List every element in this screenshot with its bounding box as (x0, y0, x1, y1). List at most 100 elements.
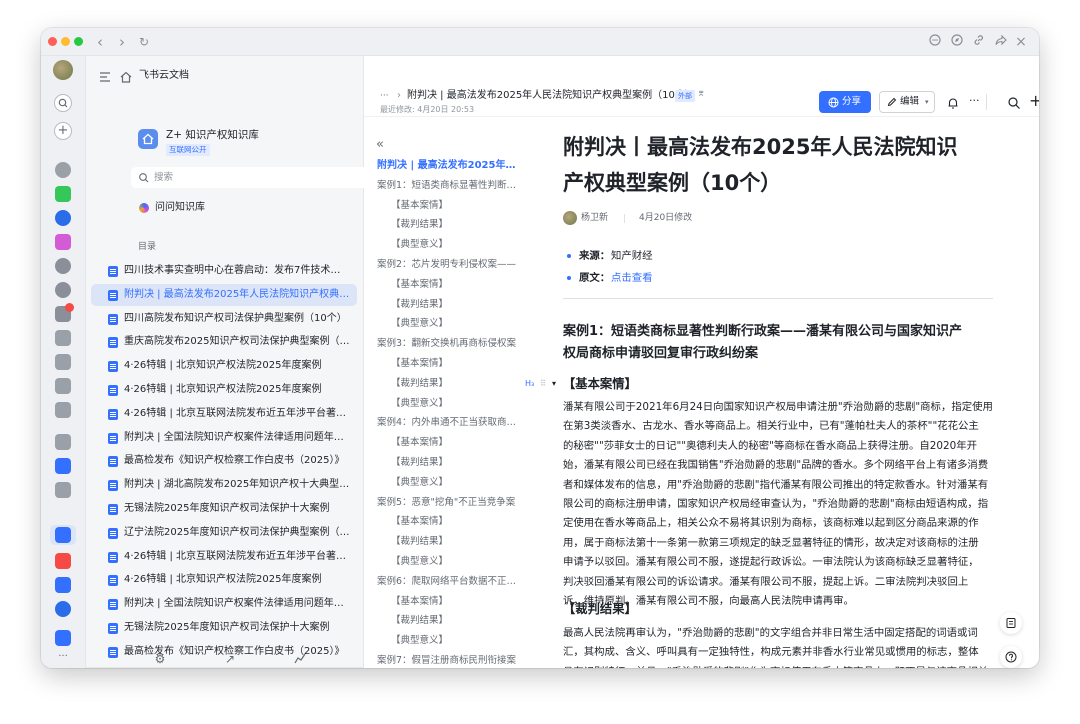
sidebar-item[interactable]: 辽宁法院2025年度知识产权司法保护典型案例（5个） (91, 522, 357, 544)
sidebar-item[interactable]: 重庆高院发布2025知识产权司法保护典型案例（10个） (91, 331, 357, 353)
doc-icon (108, 480, 118, 492)
sidebar-item[interactable]: 无锡法院2025年度知识产权司法保护十大案例 (91, 498, 357, 520)
sidebar-item-label: 无锡法院2025年度知识产权司法保护十大案例 (124, 503, 330, 514)
doc-icon (108, 504, 118, 515)
sidebar-item[interactable]: 四川高院发布知识产权司法保护典型案例（10个） (91, 308, 357, 330)
add-icon[interactable]: + (54, 122, 72, 140)
sidebar-item[interactable]: 无锡法院2025年度知识产权司法保护十大案例 (91, 617, 357, 639)
sidebar-item[interactable]: 4·26特辑 | 北京知识产权法院2025年度案例 (91, 569, 357, 591)
doc-icon (108, 361, 118, 373)
more-apps-icon[interactable]: ··· (55, 652, 71, 662)
sidebar-item-label: 4·26特辑 | 北京互联网法院发布近五年涉平台著作权典型案例 (124, 407, 350, 419)
avatar[interactable] (53, 60, 73, 80)
download-icon[interactable] (55, 630, 71, 646)
messenger-icon[interactable] (55, 162, 71, 178)
sidebar-item-label: 附判决 | 全国法院知识产权案件法律适用问题年度报告（2025） (124, 598, 350, 610)
settings-icon[interactable]: ⚙ (153, 652, 167, 666)
doc-icon (108, 456, 118, 468)
sidebar-item[interactable]: 附判决 | 全国法院知识产权案件法律适用问题年度报告（2025） (91, 427, 357, 449)
doc-icon (108, 646, 118, 658)
sidebar-item[interactable]: 附判决 | 湖北高院发布2025年知识产权十大典型案例 (91, 474, 357, 496)
analytics-icon[interactable] (293, 652, 307, 666)
wiki-icon[interactable] (55, 527, 71, 543)
sidebar-item[interactable]: 附判决 | 全国法院知识产权案件法律适用问题年度报告（2025） (91, 593, 357, 615)
sheets-icon[interactable] (55, 378, 71, 394)
sidebar-item-label: 辽宁法院2025年度知识产权司法保护典型案例（5个） (124, 526, 350, 538)
title-bar: ‹ › ↻ × (41, 28, 1039, 56)
sidebar-item-label: 四川技术事实查明中心在蓉启动：发布7件技术事实查明典型案例 (124, 265, 350, 276)
wiki-sidebar: 飞书云文档 Z+ 知识产权知识库 互联网公开 搜索 问问知识库 目录 + 四川技… (86, 56, 397, 668)
divider (86, 667, 364, 668)
chat-app-icon[interactable] (55, 186, 71, 202)
badge-dot (65, 303, 74, 312)
sidebar-item[interactable]: 4·26特辑 | 北京知识产权法院2025年度案例 (91, 379, 357, 401)
briefcase-icon[interactable] (55, 553, 71, 569)
sidebar-item-label: 4·26特辑 | 北京知识产权法院2025年度案例 (124, 384, 322, 395)
help-button[interactable] (1000, 646, 1022, 668)
approval-icon[interactable] (55, 402, 71, 418)
paragraph-line: 具有识别特征。并且，"乔治勋爵的悲剧"作为商标使用在香水等商品上，既不是与该商品… (563, 663, 995, 668)
workplace-icon[interactable] (55, 434, 71, 450)
share-icon[interactable]: ↗ (223, 652, 237, 666)
doc-icon (108, 551, 118, 563)
doc-icon (108, 408, 118, 420)
docs-icon[interactable] (55, 354, 71, 370)
sidebar-item[interactable]: 最高检发布《知识产权检察工作白皮书（2025）》 (91, 450, 357, 472)
sidebar-item-label: 4·26特辑 | 北京知识产权法院2025年度案例 (124, 360, 322, 372)
app-window: ‹ › ↻ × + ··· 飞书云文档 Z+ 知识产权知识库 互联网公开 搜索 … (41, 28, 1039, 668)
outline-button[interactable] (1000, 612, 1022, 634)
minimize-window-button[interactable] (61, 37, 70, 46)
doc-icon (108, 337, 118, 349)
reload-icon[interactable]: ↻ (136, 34, 152, 50)
doc-icon (108, 575, 118, 587)
sidebar-item-label: 四川高院发布知识产权司法保护典型案例（10个） (124, 312, 347, 324)
drive-icon[interactable] (55, 601, 71, 617)
doc-icon (108, 313, 118, 325)
forward-icon[interactable]: › (114, 34, 130, 50)
document-icon (1006, 618, 1016, 628)
forward-share-icon[interactable] (993, 34, 1009, 50)
contacts-icon[interactable] (55, 482, 71, 498)
chat-icon[interactable] (927, 34, 943, 50)
sidebar-item[interactable]: 附判决 | 最高法发布2025年人民法院知识产权典型案例（10个） (91, 283, 357, 306)
page-tree: 四川技术事实查明中心在蓉启动：发布7件技术事实查明典型案例附判决 | 最高法发布… (86, 56, 364, 658)
app-rail: + ··· (41, 56, 86, 668)
sidebar-item[interactable]: 4·26特辑 | 北京知识产权法院2025年度案例 (91, 355, 357, 377)
doc-icon (108, 432, 118, 444)
judgment-result-text: 最高人民法院再审认为，"乔治勋爵的悲剧"的文字组合并非日常生活中固定搭配的词语或… (364, 56, 1039, 668)
paragraph-line: 汇，其构成、含义、呼叫具有一定独特性，构成元素并非香水行业常见或惯用的标志，整体 (563, 646, 979, 659)
sidebar-item-label: 无锡法院2025年度知识产权司法保护十大案例 (124, 622, 330, 633)
compass-icon[interactable] (949, 34, 965, 50)
document-area: ··· › 附判决 | 最高法发布2025年人民法院知识产权典型案例（10个） … (364, 56, 1039, 668)
sidebar-item-label: 最高检发布《知识产权检察工作白皮书（2025）》 (124, 455, 345, 467)
sidebar-item-label: 附判决 | 湖北高院发布2025年知识产权十大典型案例 (124, 479, 350, 491)
help-icon (1005, 651, 1017, 663)
close-window-button[interactable] (48, 37, 57, 46)
sidebar-item-label: 重庆高院发布2025知识产权司法保护典型案例（10个） (124, 336, 350, 348)
doc-icon (108, 599, 118, 611)
calendar-icon[interactable] (55, 234, 71, 250)
sidebar-item[interactable]: 四川技术事实查明中心在蓉启动：发布7件技术事实查明典型案例 (91, 260, 357, 282)
mail-icon[interactable] (55, 282, 71, 298)
link-icon[interactable] (971, 34, 987, 50)
doc-icon (108, 527, 118, 539)
sidebar-item-label: 附判决 | 最高法发布2025年人民法院知识产权典型案例（10个） (124, 288, 350, 300)
sidebar-item-label: 4·26特辑 | 北京知识产权法院2025年度案例 (124, 574, 322, 586)
cloud-icon[interactable] (55, 210, 71, 226)
back-icon[interactable]: ‹ (92, 34, 108, 50)
doc-icon (108, 623, 118, 634)
doc-icon (108, 266, 118, 277)
meeting-icon[interactable] (55, 258, 71, 274)
doc-app-icon[interactable] (55, 577, 71, 593)
sidebar-item[interactable]: 4·26特辑 | 北京互联网法院发布近五年涉平台著作权典型案例 (91, 546, 357, 568)
sidebar-item-label: 4·26特辑 | 北京互联网法院发布近五年涉平台著作权典型案例 (124, 550, 350, 562)
apps-icon[interactable] (55, 330, 71, 346)
close-icon[interactable]: × (1013, 34, 1029, 50)
doc-icon (108, 385, 118, 396)
sidebar-item[interactable]: 4·26特辑 | 北京互联网法院发布近五年涉平台著作权典型案例 (91, 403, 357, 425)
search-icon[interactable] (54, 94, 72, 112)
paragraph-line: 最高人民法院再审认为，"乔治勋爵的悲剧"的文字组合并非日常生活中固定搭配的词语或… (563, 627, 978, 639)
sidebar-item-label: 附判决 | 全国法院知识产权案件法律适用问题年度报告（2025） (124, 431, 350, 443)
maximize-window-button[interactable] (74, 37, 83, 46)
task-icon[interactable] (55, 458, 71, 474)
